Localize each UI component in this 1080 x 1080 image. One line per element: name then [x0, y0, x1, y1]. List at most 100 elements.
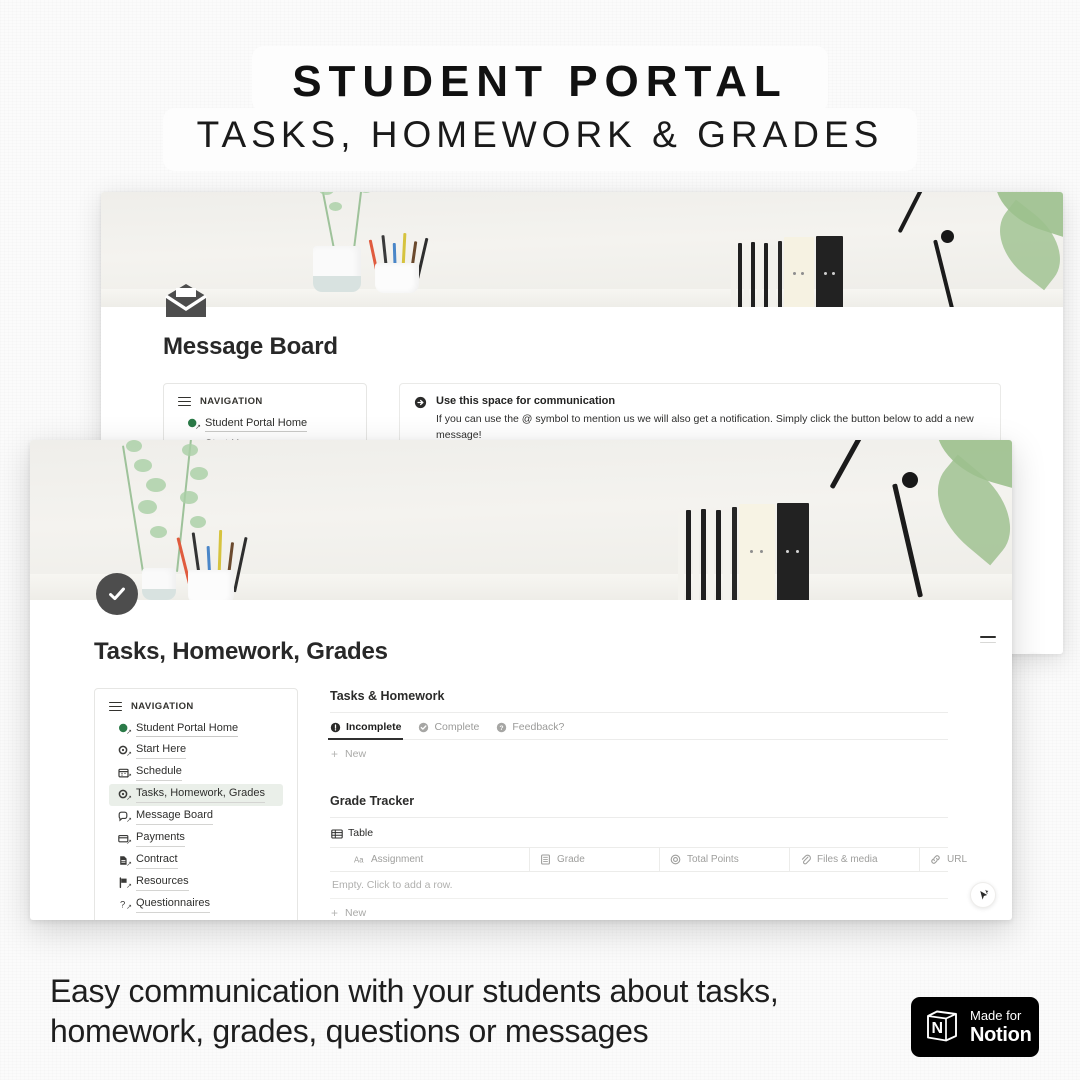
leaf [190, 516, 206, 528]
book [738, 243, 742, 307]
leaf [180, 491, 198, 504]
column-header-url[interactable]: URL [920, 848, 1010, 871]
nav-item-message-board[interactable]: ↗ Message Board [109, 806, 283, 828]
tab-incomplete[interactable]: Incomplete [327, 721, 404, 740]
navigation-card: NAVIGATION ↗ Student Portal Home ↗ [94, 688, 298, 920]
column-header-label: Total Points [687, 854, 739, 865]
grade-new-row-button[interactable]: + New [330, 899, 948, 920]
column-header-label: Assignment [371, 854, 424, 865]
page-title-main: STUDENT PORTAL [292, 57, 788, 106]
plant-stem [176, 440, 193, 573]
leaf [134, 459, 152, 472]
pencil-cup [375, 263, 419, 293]
title-sub-pill: TASKS, HOMEWORK & GRADES [162, 108, 918, 171]
lamp-arm [829, 440, 873, 490]
nav-item-start-here[interactable]: ↗ Start Here [109, 740, 283, 762]
minimize-button[interactable] [980, 636, 996, 644]
nav-item-resources[interactable]: ↗ Resources [109, 872, 283, 894]
envelope-icon [163, 284, 209, 318]
svg-text:N: N [932, 1020, 944, 1037]
column-header-label: Grade [557, 854, 585, 865]
grade-view-label: Table [348, 827, 374, 839]
callout-body: If you can use the @ symbol to mention u… [436, 413, 974, 441]
caption-text: Easy communication with your students ab… [50, 973, 779, 1049]
plant-stem [320, 192, 335, 250]
binder [777, 503, 809, 600]
nav-item-tasks-homework-grades[interactable]: ↗ Tasks, Homework, Grades [109, 783, 283, 806]
nav-item-label: Questionnaires [136, 896, 210, 913]
made-for-notion-badge: N Made for Notion [911, 997, 1039, 1057]
book [686, 510, 691, 600]
paperclip-icon [800, 854, 811, 865]
nav-item-schedule[interactable]: ↗ Schedule [109, 762, 283, 784]
book [723, 512, 730, 600]
column-header-grade[interactable]: Grade [530, 848, 660, 871]
cover-photo-front [30, 440, 1012, 600]
tab-label: Complete [434, 721, 480, 733]
book [757, 245, 762, 307]
table-empty-state[interactable]: Empty. Click to add a row. [330, 872, 948, 899]
book [732, 507, 737, 600]
svg-text:Aa: Aa [354, 855, 364, 864]
leaf [190, 467, 208, 480]
leaf [146, 478, 166, 492]
page-title: Message Board [163, 333, 338, 360]
tasks-view-tabs: Incomplete Complete ? Feedback? [327, 713, 948, 740]
hamburger-icon [178, 396, 191, 407]
book [693, 512, 699, 600]
grade-database-title: Grade Tracker [330, 794, 948, 818]
nav-item-label: Tasks, Homework, Grades [136, 786, 265, 804]
nav-item-student-portal-home[interactable]: ↗ Student Portal Home [109, 718, 283, 740]
title-aa-icon: Aa [354, 854, 365, 865]
tab-complete[interactable]: Complete [418, 721, 479, 739]
nav-item-label: Schedule [136, 764, 182, 782]
plus-icon: + [331, 906, 339, 920]
plant-stem [353, 192, 364, 250]
column-header-assignment[interactable]: Aa Assignment [330, 848, 530, 871]
link-icon [930, 854, 941, 865]
tasks-database-title: Tasks & Homework [330, 689, 948, 713]
leaf [138, 500, 157, 514]
tasks-new-row-button[interactable]: + New [330, 740, 948, 768]
page-link-icon: ↗ [118, 745, 132, 758]
grade-tracker-table: Aa Assignment Grade Total Points Files &… [330, 847, 967, 920]
nav-item-label: Student Portal Home [205, 416, 308, 433]
page-title: Tasks, Homework, Grades [94, 638, 388, 665]
database-column: Tasks & Homework Incomplete Complete ? F… [327, 688, 967, 920]
table-header-row: Aa Assignment Grade Total Points Files &… [330, 847, 967, 872]
nav-item-questionnaires[interactable]: ? ↗ Questionnaires [109, 894, 283, 916]
tab-feedback[interactable]: ? Feedback? [496, 721, 564, 739]
navigation-header: NAVIGATION [109, 701, 283, 712]
page-title-sub: TASKS, HOMEWORK & GRADES [196, 114, 884, 156]
grade-view-bar[interactable]: Table [330, 818, 948, 847]
column-header-files-media[interactable]: Files & media [790, 848, 920, 871]
header-title-block: STUDENT PORTAL TASKS, HOMEWORK & GRADES [0, 46, 1080, 171]
column-header-total-points[interactable]: Total Points [660, 848, 790, 871]
leaf [150, 526, 167, 538]
notion-badge-line2: Notion [970, 1024, 1032, 1046]
new-row-label: New [345, 907, 367, 919]
tab-label: Incomplete [346, 721, 402, 733]
calendar-page-icon: ↗ [118, 767, 132, 780]
tasks-homework-grades-window[interactable]: Tasks, Homework, Grades NAVIGATION ↗ Stu… [30, 440, 1012, 920]
nav-item-faq[interactable]: ↗ FAQ [109, 915, 283, 920]
nav-item-contract[interactable]: ↗ Contract [109, 850, 283, 872]
nav-item-payments[interactable]: ↗ Payments [109, 828, 283, 850]
cursor-sparkle-icon [979, 889, 988, 900]
svg-text:?: ? [500, 725, 504, 732]
tab-label: Feedback? [512, 721, 565, 733]
plus-icon: + [331, 747, 339, 761]
leaf [126, 440, 142, 452]
nav-item-label: Student Portal Home [136, 721, 239, 738]
lamp-joint [941, 230, 954, 243]
book [678, 512, 684, 600]
shelf [101, 288, 1063, 307]
book [701, 509, 706, 600]
arrow-circle-icon [414, 396, 427, 414]
nav-item-student-portal-home[interactable]: ↗ Student Portal Home [178, 413, 352, 435]
leaf [319, 192, 334, 195]
nav-item-label: Contract [136, 852, 178, 870]
book [778, 241, 782, 307]
help-fab-button[interactable] [970, 882, 996, 908]
new-row-label: New [345, 748, 367, 760]
